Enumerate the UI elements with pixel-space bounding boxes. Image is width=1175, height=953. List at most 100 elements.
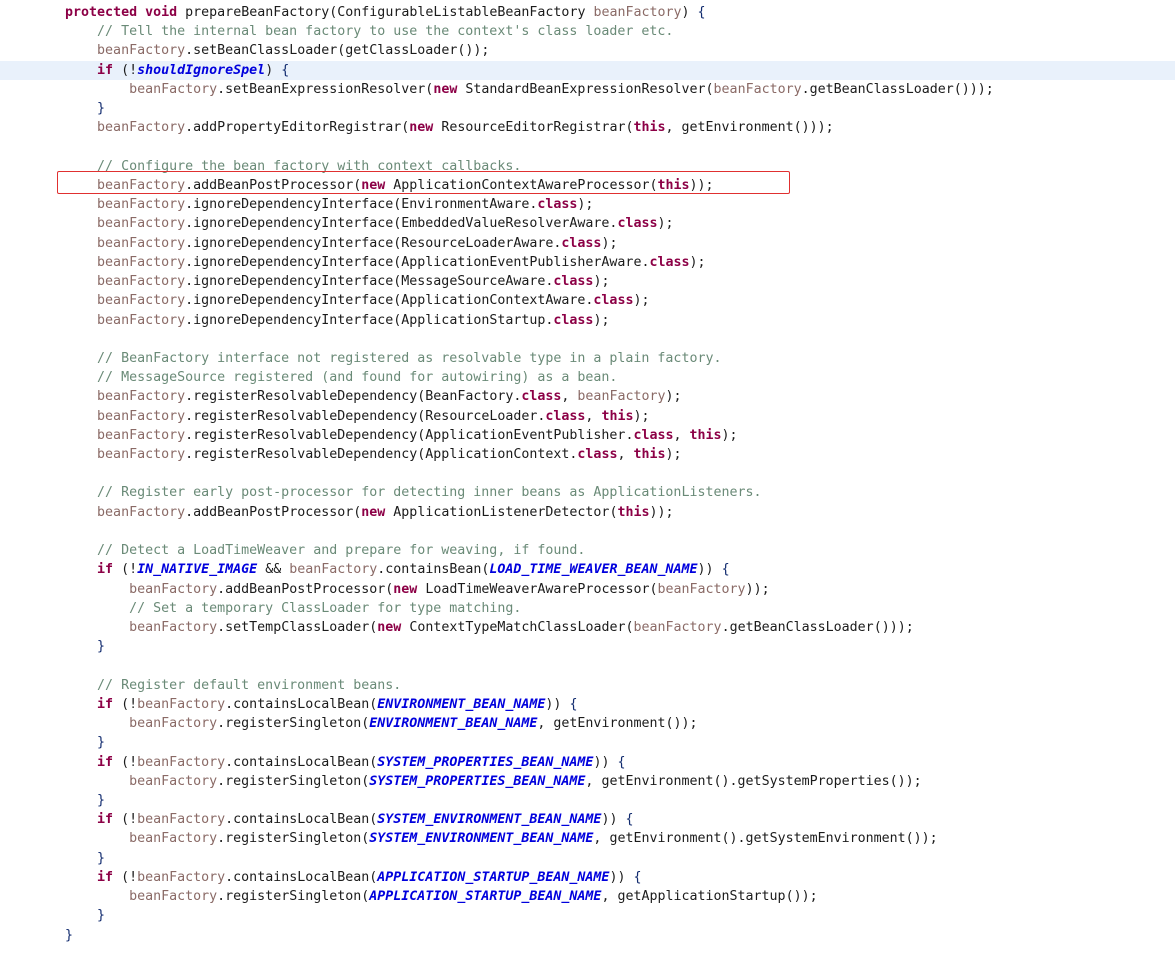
code-line-34[interactable] [0,656,1175,675]
code-line-15[interactable]: beanFactory.ignoreDependencyInterface(Ap… [0,291,1175,310]
punctuation: ) [265,62,282,78]
code-line-30[interactable]: beanFactory.addBeanPostProcessor (new Loa… [0,580,1175,599]
code-line-22[interactable]: beanFactory.registerResolvableDependency… [0,426,1175,445]
field-beanfactory: beanFactory [97,312,186,328]
identifier: ConfigurableListableBeanFactory [337,5,586,20]
punctuation [33,447,97,462]
code-line-18[interactable]: // BeanFactory interface not registered … [0,349,1175,368]
punctuation: . [185,177,194,193]
punctuation: (! [113,62,138,78]
punctuation [33,870,97,885]
identifier: containsBean [385,562,482,578]
keyword-new: new [433,81,458,97]
code-comment: // Detect a LoadTimeWeaver and prepare f… [97,543,586,559]
code-line-20[interactable]: beanFactory.registerResolvableDependency… [0,387,1175,406]
code-line-32[interactable]: beanFactory.setTempClassLoader(new Conte… [0,618,1175,637]
identifier: containsLocalBean [233,696,370,712]
code-line-12[interactable]: beanFactory.ignoreDependencyInterface(Re… [0,234,1175,253]
code-line-47[interactable]: } [0,906,1175,925]
code-line-39[interactable]: if (!beanFactory.containsLocalBean(SYSTE… [0,753,1175,772]
brace: { [625,812,634,828]
code-line-29[interactable]: if (!IN_NATIVE_IMAGE && beanFactory.cont… [0,560,1175,579]
code-line-35[interactable]: // Register default environment beans. [0,676,1175,695]
code-line-36[interactable]: if (!beanFactory.containsLocalBean(ENVIR… [0,695,1175,714]
code-line-2[interactable]: beanFactory.setBeanClassLoader(getClassL… [0,41,1175,60]
code-line-41[interactable]: } [0,791,1175,810]
code-line-1[interactable]: // Tell the internal bean factory to use… [0,22,1175,41]
code-line-37[interactable]: beanFactory.registerSingleton(ENVIRONMEN… [0,714,1175,733]
code-line-26[interactable]: beanFactory.addBeanPostProcessor(new App… [0,503,1175,522]
punctuation: ); [665,447,682,463]
code-line-43[interactable]: beanFactory.registerSingleton(SYSTEM_ENV… [0,829,1175,848]
punctuation: (). [721,831,746,847]
code-line-45[interactable]: if (!beanFactory.containsLocalBean(APPLI… [0,868,1175,887]
punctuation: . [225,754,234,770]
field-beanfactory: beanFactory [97,216,186,232]
punctuation: . [185,504,194,520]
code-line-48[interactable]: } [0,926,1175,945]
punctuation [33,101,97,116]
punctuation: , [665,120,682,136]
punctuation: . [217,889,226,905]
code-line-24[interactable] [0,464,1175,483]
punctuation: , [601,889,618,905]
brace: { [697,5,706,20]
code-line-28[interactable]: // Detect a LoadTimeWeaver and prepare f… [0,541,1175,560]
code-line-14[interactable]: beanFactory.ignoreDependencyInterface(Me… [0,272,1175,291]
code-line-8[interactable]: // Configure the bean factory with conte… [0,157,1175,176]
punctuation [33,735,97,750]
code-line-44[interactable]: } [0,849,1175,868]
punctuation: ()); [785,889,818,905]
punctuation [33,755,97,770]
field-beanfactory: beanFactory [97,293,186,309]
code-line-42[interactable]: if (!beanFactory.containsLocalBean(SYSTE… [0,810,1175,829]
code-line-9[interactable]: beanFactory.addBeanPostProcessor (new App… [0,176,1175,195]
punctuation [33,197,97,212]
code-line-25[interactable]: // Register early post-processor for det… [0,483,1175,502]
keyword-new: new [361,504,386,520]
code-line-16[interactable]: beanFactory.ignoreDependencyInterface(Ap… [0,311,1175,330]
constant-system_environment_bean_name: SYSTEM_ENVIRONMENT_BEAN_NAME [369,831,594,847]
code-line-6[interactable]: beanFactory.addPropertyEditorRegistrar(n… [0,118,1175,137]
code-line-17[interactable] [0,330,1175,349]
code-editor-viewport[interactable]: protected void prepareBeanFactory (Config… [0,0,1175,953]
punctuation: (! [113,562,138,578]
code-line-27[interactable] [0,522,1175,541]
identifier: ApplicationEventPublisherAware [401,254,642,270]
field-beanfactory: beanFactory [129,831,218,847]
field-beanfactory: beanFactory [633,620,722,635]
code-line-0[interactable]: protected void prepareBeanFactory(Config… [0,3,1175,22]
punctuation: . [185,427,194,443]
punctuation [33,255,97,270]
code-line-7[interactable] [0,138,1175,157]
code-content[interactable]: protected void prepareBeanFactory (Config… [0,0,1175,945]
identifier: MessageSourceAware [401,274,546,290]
code-line-23[interactable]: beanFactory.registerResolvableDependency… [0,445,1175,464]
punctuation [33,697,97,712]
code-line-11[interactable]: beanFactory.ignoreDependencyInterface(Em… [0,214,1175,233]
code-line-3[interactable]: if (!shouldIgnoreSpel) { [0,60,1175,80]
punctuation [33,908,97,923]
code-line-31[interactable]: // Set a temporary ClassLoader for type … [0,599,1175,618]
punctuation: )) [609,869,634,885]
code-line-19[interactable]: // MessageSource registered (and found f… [0,368,1175,387]
punctuation: , [617,447,634,463]
code-line-46[interactable]: beanFactory.registerSingleton(APPLICATIO… [0,887,1175,906]
code-line-5[interactable]: } [0,99,1175,118]
field-beanfactory: beanFactory [129,620,218,635]
code-line-33[interactable]: } [0,637,1175,656]
code-line-4[interactable]: beanFactory.setBeanExpressionResolver(ne… [0,80,1175,99]
keyword-this: this [689,427,722,443]
punctuation: . [185,408,194,424]
code-line-21[interactable]: beanFactory.registerResolvableDependency… [0,407,1175,426]
code-line-38[interactable]: } [0,733,1175,752]
identifier: registerResolvableDependency [193,427,418,443]
identifier: setBeanClassLoader [193,43,338,59]
keyword-this: this [657,177,690,193]
code-line-40[interactable]: beanFactory.registerSingleton(SYSTEM_PRO… [0,772,1175,791]
punctuation: , [673,427,690,443]
constant-application_startup_bean_name: APPLICATION_STARTUP_BEAN_NAME [377,869,610,885]
code-line-10[interactable]: beanFactory.ignoreDependencyInterface(En… [0,195,1175,214]
code-line-13[interactable]: beanFactory.ignoreDependencyInterface(Ap… [0,253,1175,272]
code-comment: // Tell the internal bean factory to use… [97,24,674,40]
